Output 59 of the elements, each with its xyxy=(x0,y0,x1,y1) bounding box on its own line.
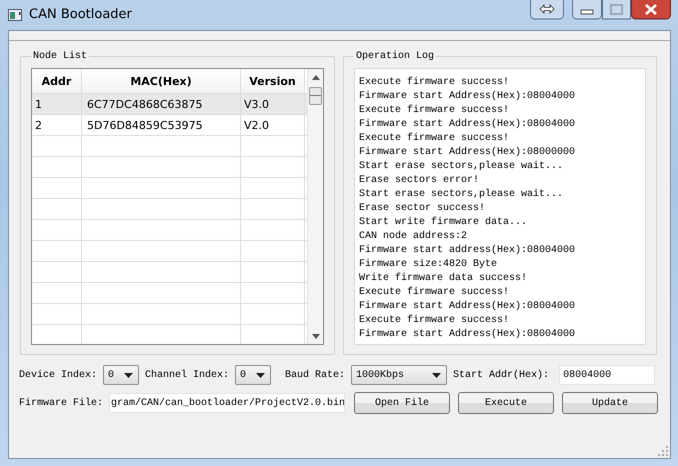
scroll-up-icon[interactable] xyxy=(312,75,320,80)
close-button[interactable] xyxy=(631,0,671,20)
column-header[interactable]: MAC(Hex) xyxy=(82,69,241,93)
push-button[interactable]: Open File xyxy=(354,392,450,414)
log-line: Erase sector success! xyxy=(359,202,486,216)
log-line: Firmware start Address(Hex):08004000 xyxy=(359,118,576,132)
log-line: Firmware start Address(Hex):08004000 xyxy=(359,328,576,342)
swap-arrows-icon[interactable] xyxy=(530,0,564,20)
log-line: Firmware start Address(Hex):08000000 xyxy=(359,146,576,160)
operation-log-label: Operation Log xyxy=(355,51,436,62)
caret-icon xyxy=(124,372,134,378)
table-cell: 1 xyxy=(32,94,82,114)
scrollbar[interactable] xyxy=(307,69,323,344)
maximize-button[interactable] xyxy=(602,0,631,20)
log-line: Execute firmware success! xyxy=(359,314,510,328)
table-cell: V2.0 xyxy=(241,115,305,135)
table-cell: V3.0 xyxy=(241,94,305,114)
log-line: CAN node address:2 xyxy=(359,230,468,244)
scroll-thumb[interactable] xyxy=(309,87,322,105)
input-field[interactable]: 08004000 xyxy=(559,365,656,385)
input-field[interactable]: gram/CAN/can_bootloader/ProjectV2.0.bin xyxy=(109,393,346,413)
scroll-down-icon[interactable] xyxy=(312,334,320,339)
push-button[interactable]: Execute xyxy=(458,392,554,414)
log-line: Firmware start address(Hex):08004000 xyxy=(359,244,576,258)
dropdown[interactable]: 0 xyxy=(235,365,272,385)
field-label: Firmware File: xyxy=(19,398,104,408)
log-line: Firmware start Address(Hex):08004000 xyxy=(359,300,576,314)
log-line: Execute firmware success! xyxy=(359,286,510,300)
dropdown[interactable]: 1000Kbps xyxy=(351,365,448,385)
table-cell: 2 xyxy=(32,115,82,135)
log-line: Start write firmware data... xyxy=(359,216,528,230)
log-line: Write firmware data success! xyxy=(359,272,528,286)
resize-grip-icon[interactable] xyxy=(658,446,668,456)
column-header[interactable]: Addr xyxy=(32,69,82,93)
log-line: Firmware start Address(Hex):08004000 xyxy=(359,90,576,104)
dropdown[interactable]: 0 xyxy=(103,365,140,385)
log-line: Erase sectors error! xyxy=(359,174,480,188)
window-title: CAN Bootloader xyxy=(29,7,132,22)
table-cell: 5D76D84859C53975 xyxy=(82,115,241,135)
log-line: Execute firmware success! xyxy=(359,132,510,146)
field-label: Start Addr(Hex): xyxy=(453,370,550,380)
app-icon xyxy=(8,9,22,21)
log-line: Start erase sectors,please wait... xyxy=(359,188,564,202)
column-header[interactable]: Version xyxy=(241,69,305,93)
field-label: Device Index: xyxy=(19,370,98,380)
field-label: Channel Index: xyxy=(145,370,230,380)
minimize-button[interactable] xyxy=(572,0,602,20)
node-list-label: Node List xyxy=(32,51,88,62)
log-line: Execute firmware success! xyxy=(359,76,510,90)
log-line: Execute firmware success! xyxy=(359,104,510,118)
log-line: Firmware size:4820 Byte xyxy=(359,258,498,272)
table-row[interactable]: 1 6C77DC4868C63875 V3.0 xyxy=(32,94,307,115)
field-label: Baud Rate: xyxy=(285,370,346,380)
caret-icon xyxy=(432,372,442,378)
log-line: Start erase sectors,please wait... xyxy=(359,160,564,174)
table-row[interactable]: 2 5D76D84859C53975 V2.0 xyxy=(32,115,307,136)
push-button[interactable]: Update xyxy=(562,392,658,414)
table-cell: 6C77DC4868C63875 xyxy=(82,94,241,114)
caret-icon xyxy=(256,372,266,378)
